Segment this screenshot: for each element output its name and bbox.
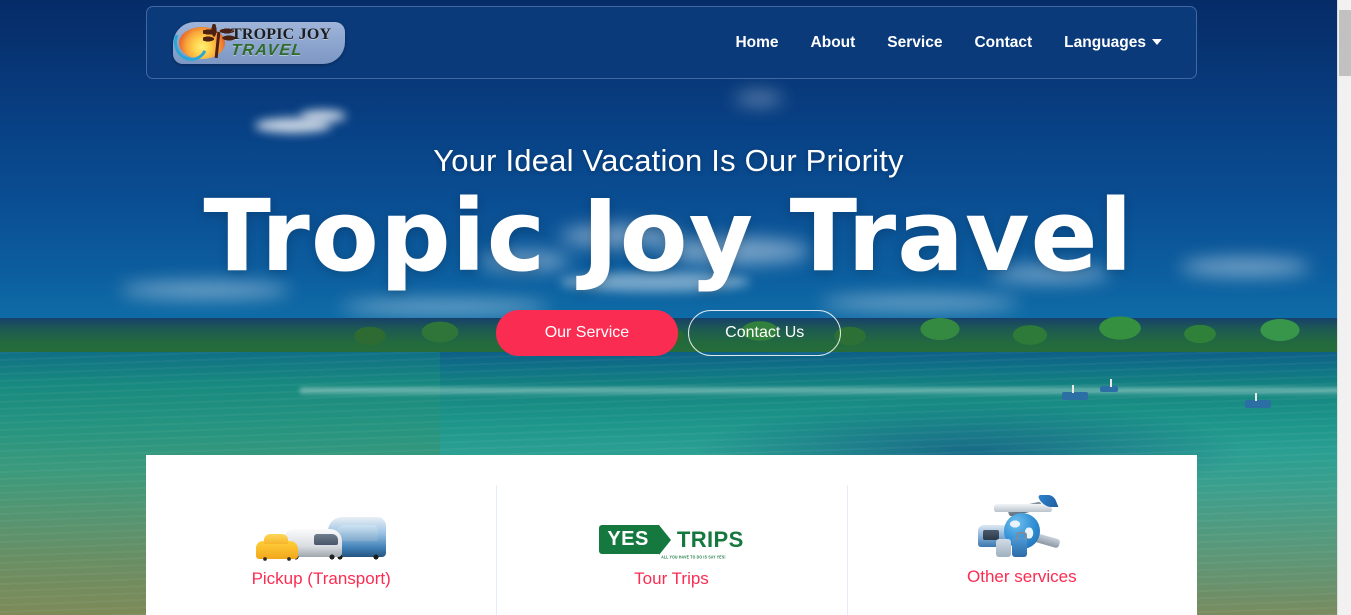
logo-line-2: TRAVEL — [230, 41, 304, 59]
taxi-icon — [256, 534, 299, 562]
logo-line-1: TROPIC JOY — [231, 25, 332, 43]
scrollbar-thumb[interactable] — [1339, 10, 1351, 76]
nav-languages-label: Languages — [1064, 33, 1146, 51]
contact-us-button[interactable]: Contact Us — [688, 309, 842, 356]
nav-item-home[interactable]: Home — [719, 26, 794, 60]
nav-item-service[interactable]: Service — [871, 26, 958, 60]
logo-wordmark: TROPIC JOY TRAVEL — [230, 25, 341, 60]
logo-plate: TROPIC JOY TRAVEL — [169, 20, 345, 65]
vehicles-icon — [256, 503, 387, 562]
plane-globe-luggage-icon — [974, 495, 1070, 559]
yes-trips-sub: ALL YOU HAVE TO DO IS SAY YES! — [661, 554, 726, 560]
brand-logo[interactable]: TROPIC JOY TRAVEL — [169, 20, 345, 65]
service-card-label: Other services — [967, 567, 1077, 586]
yes-trips-tag: YES — [599, 525, 671, 555]
service-card-pickup-transport[interactable]: Pickup (Transport) — [146, 455, 496, 615]
nav-item-contact[interactable]: Contact — [958, 26, 1048, 60]
service-card-other-services[interactable]: Other services — [846, 455, 1197, 615]
yes-trips-logo-icon: YES TRIPS ALL YOU HAVE TO DO IS SAY YES! — [599, 503, 744, 560]
services-panel: Pickup (Transport) YES TRIPS ALL YOU HAV… — [146, 455, 1197, 615]
nav-item-languages[interactable]: Languages — [1048, 26, 1178, 60]
yes-trips-word: TRIPS — [676, 526, 744, 552]
suitcase-icon — [995, 539, 1011, 557]
service-card-label: Tour Trips — [634, 569, 709, 588]
nav-item-about[interactable]: About — [795, 26, 872, 60]
page-viewport: TROPIC JOY TRAVEL Home About Service Con… — [0, 0, 1337, 615]
hero-title: Tropic Joy Travel — [203, 179, 1134, 294]
page-scrollbar[interactable] — [1337, 0, 1351, 615]
our-service-button[interactable]: Our Service — [495, 309, 679, 356]
suitcase-icon — [1011, 532, 1027, 557]
hero-cta-group: Our Service Contact Us — [495, 309, 842, 356]
hero-tagline: Your Ideal Vacation Is Our Priority — [433, 143, 904, 178]
service-card-label: Pickup (Transport) — [251, 569, 391, 588]
service-card-tour-trips[interactable]: YES TRIPS ALL YOU HAVE TO DO IS SAY YES!… — [496, 455, 846, 615]
main-navigation: Home About Service Contact Languages — [719, 26, 1178, 60]
chevron-down-icon — [1152, 39, 1162, 46]
site-header: TROPIC JOY TRAVEL Home About Service Con… — [146, 6, 1197, 79]
